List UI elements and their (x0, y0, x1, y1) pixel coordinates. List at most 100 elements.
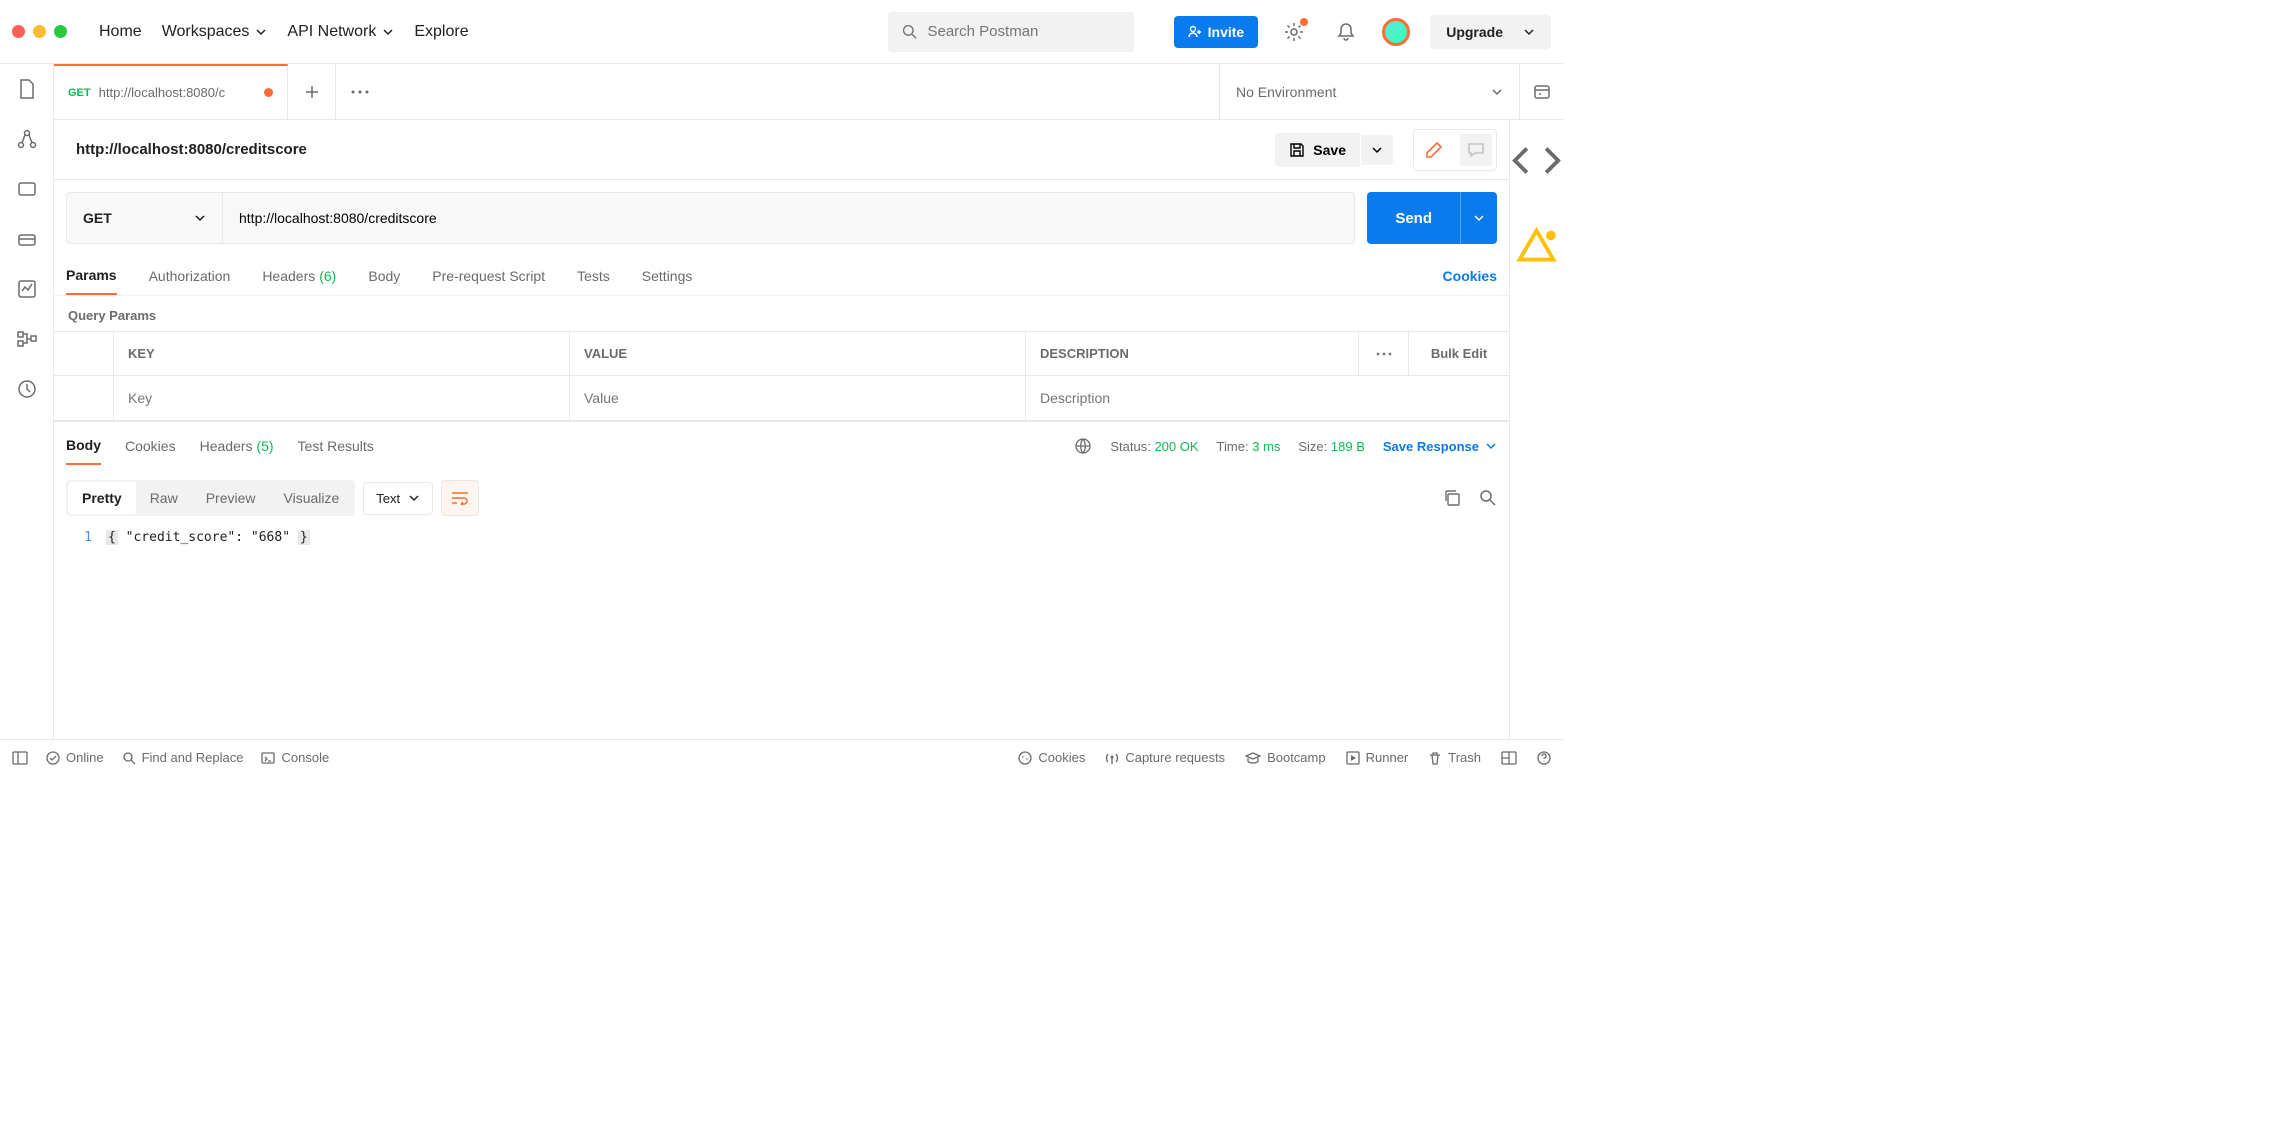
save-button[interactable]: Save (1275, 133, 1360, 167)
tab-params[interactable]: Params (66, 256, 117, 295)
sb-help-button[interactable] (1537, 750, 1551, 765)
copy-icon[interactable] (1443, 489, 1461, 507)
chevron-down-icon (408, 492, 420, 504)
edit-button[interactable] (1418, 134, 1450, 166)
sb-bootcamp[interactable]: Bootcamp (1245, 750, 1326, 765)
upgrade-label: Upgrade (1446, 24, 1503, 40)
method-label: GET (83, 210, 112, 226)
method-selector[interactable]: GET (67, 193, 223, 243)
flow-icon[interactable] (16, 328, 38, 350)
maximize-window-icon[interactable] (54, 25, 67, 38)
search-input[interactable] (927, 23, 1119, 40)
send-button[interactable]: Send (1367, 192, 1460, 244)
tab-more-button[interactable] (336, 64, 384, 119)
nav-api-network[interactable]: API Network (287, 23, 394, 41)
sb-capture[interactable]: Capture requests (1105, 750, 1225, 765)
format-selector[interactable]: Text (363, 482, 433, 515)
time-meta: Time: 3 ms (1217, 439, 1281, 454)
sb-panel-button[interactable] (12, 751, 28, 765)
notifications-button[interactable] (1330, 16, 1362, 48)
env-quicklook-button[interactable] (1519, 64, 1563, 119)
tab-tests[interactable]: Tests (577, 256, 610, 295)
eye-icon (1532, 82, 1552, 102)
tab-method: GET (68, 87, 91, 99)
nav-home[interactable]: Home (99, 23, 142, 41)
antenna-icon (1105, 751, 1119, 765)
info-icon[interactable] (1510, 221, 1563, 274)
sb-console-label: Console (281, 750, 329, 765)
save-response-button[interactable]: Save Response (1383, 439, 1497, 454)
sb-find-replace[interactable]: Find and Replace (122, 750, 244, 765)
params-more-button[interactable] (1359, 332, 1409, 375)
more-horizontal-icon (1376, 352, 1392, 356)
response-body[interactable]: 1 { "credit_score": "668" } (54, 526, 1509, 739)
resp-tab-headers[interactable]: Headers (5) (200, 438, 274, 464)
sb-online[interactable]: Online (46, 750, 104, 765)
env-icon[interactable] (16, 178, 38, 200)
minimize-window-icon[interactable] (33, 25, 46, 38)
view-visualize[interactable]: Visualize (270, 482, 354, 514)
more-horizontal-icon (351, 90, 369, 94)
tab-authorization[interactable]: Authorization (149, 256, 231, 295)
search-icon (122, 751, 136, 765)
wrap-lines-button[interactable] (441, 480, 479, 516)
view-raw[interactable]: Raw (136, 482, 192, 514)
sb-trash[interactable]: Trash (1428, 750, 1481, 765)
resp-tab-cookies[interactable]: Cookies (125, 438, 176, 464)
tab-settings[interactable]: Settings (642, 256, 693, 295)
view-pretty[interactable]: Pretty (68, 482, 136, 514)
sb-capture-label: Capture requests (1125, 750, 1225, 765)
cookie-icon (1018, 751, 1032, 765)
param-value-input[interactable] (584, 390, 1011, 406)
history-icon[interactable] (16, 378, 38, 400)
notification-dot-icon (1300, 18, 1308, 26)
send-dropdown-button[interactable] (1460, 192, 1497, 244)
chevron-down-icon (1473, 212, 1485, 224)
search-response-icon[interactable] (1479, 489, 1497, 507)
cookies-link[interactable]: Cookies (1443, 268, 1497, 284)
settings-button[interactable] (1278, 16, 1310, 48)
environment-label: No Environment (1236, 84, 1336, 100)
save-dropdown-button[interactable] (1360, 135, 1393, 165)
close-window-icon[interactable] (12, 25, 25, 38)
resp-tab-test-results[interactable]: Test Results (298, 438, 374, 464)
upgrade-button[interactable]: Upgrade (1430, 15, 1551, 49)
comment-button[interactable] (1460, 134, 1492, 166)
sb-runner[interactable]: Runner (1346, 750, 1409, 765)
method-url-bar: GET (66, 192, 1355, 244)
invite-button[interactable]: Invite (1174, 16, 1259, 48)
globe-icon[interactable] (1074, 437, 1092, 455)
resp-tab-body[interactable]: Body (66, 437, 101, 465)
window-controls[interactable] (12, 25, 67, 38)
bulk-edit-button[interactable]: Bulk Edit (1409, 332, 1509, 375)
nav-workspaces[interactable]: Workspaces (162, 23, 268, 41)
tab-headers[interactable]: Headers (6) (262, 256, 336, 295)
mock-icon[interactable] (16, 228, 38, 250)
monitor-icon[interactable] (16, 278, 38, 300)
environment-selector[interactable]: No Environment (1219, 64, 1519, 119)
nav-explore[interactable]: Explore (414, 23, 468, 41)
save-response-label: Save Response (1383, 439, 1479, 454)
chevron-down-icon (1523, 26, 1535, 38)
tab-prerequest[interactable]: Pre-request Script (432, 256, 545, 295)
request-tab[interactable]: GET http://localhost:8080/c (54, 64, 288, 119)
view-preview[interactable]: Preview (192, 482, 270, 514)
query-params-title: Query Params (54, 296, 1509, 331)
sb-console[interactable]: Console (261, 750, 329, 765)
tab-body[interactable]: Body (368, 256, 400, 295)
sb-cookies[interactable]: Cookies (1018, 750, 1085, 765)
new-tab-button[interactable] (288, 64, 336, 119)
left-sidebar (0, 64, 54, 739)
code-icon[interactable] (1510, 134, 1563, 187)
search-box[interactable] (888, 12, 1134, 52)
chevron-down-icon (382, 26, 394, 38)
sb-layout-button[interactable] (1501, 750, 1517, 765)
avatar[interactable] (1382, 18, 1410, 46)
param-desc-input[interactable] (1040, 390, 1495, 406)
network-icon[interactable] (16, 128, 38, 150)
param-key-input[interactable] (128, 390, 555, 406)
file-icon[interactable] (16, 78, 38, 100)
url-input[interactable] (223, 193, 1354, 243)
params-check-cell[interactable] (54, 376, 114, 420)
line-number: 1 (66, 530, 106, 735)
